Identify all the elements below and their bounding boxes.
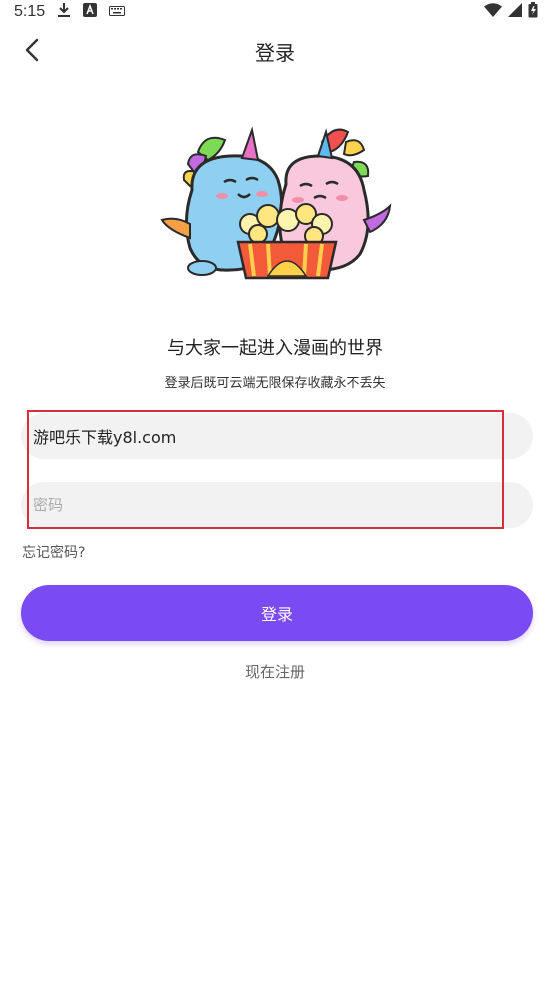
chevron-left-icon	[24, 38, 40, 66]
signal-icon	[508, 3, 522, 21]
register-link[interactable]: 现在注册	[0, 661, 550, 682]
status-time: 5:15	[14, 3, 46, 20]
forgot-password-link[interactable]: 忘记密码?	[22, 542, 85, 562]
slogan: 与大家一起进入漫画的世界	[167, 338, 383, 359]
status-bar: 5:15	[0, 0, 550, 24]
sub-slogan: 登录后既可云端无限保存收藏永不丢失	[164, 376, 386, 391]
login-button[interactable]: 登录	[21, 585, 533, 641]
status-left: 5:15	[14, 2, 126, 22]
login-screen: 5:15 登录 与大家一起进入漫画的世界 登录后既可云端无限保存收藏永不丢失 游…	[0, 0, 550, 985]
keyboard-icon	[109, 3, 126, 21]
header: 登录	[0, 26, 550, 76]
status-right	[484, 2, 538, 22]
page-title: 登录	[255, 40, 295, 65]
download-icon	[57, 2, 71, 22]
battery-icon	[528, 2, 538, 22]
wifi-icon	[484, 3, 502, 21]
back-button[interactable]	[14, 34, 50, 70]
unicorn-mascots-popcorn-icon	[150, 120, 400, 290]
font-a-icon	[83, 3, 98, 21]
username-field[interactable]	[21, 413, 533, 459]
password-field[interactable]	[21, 482, 533, 528]
